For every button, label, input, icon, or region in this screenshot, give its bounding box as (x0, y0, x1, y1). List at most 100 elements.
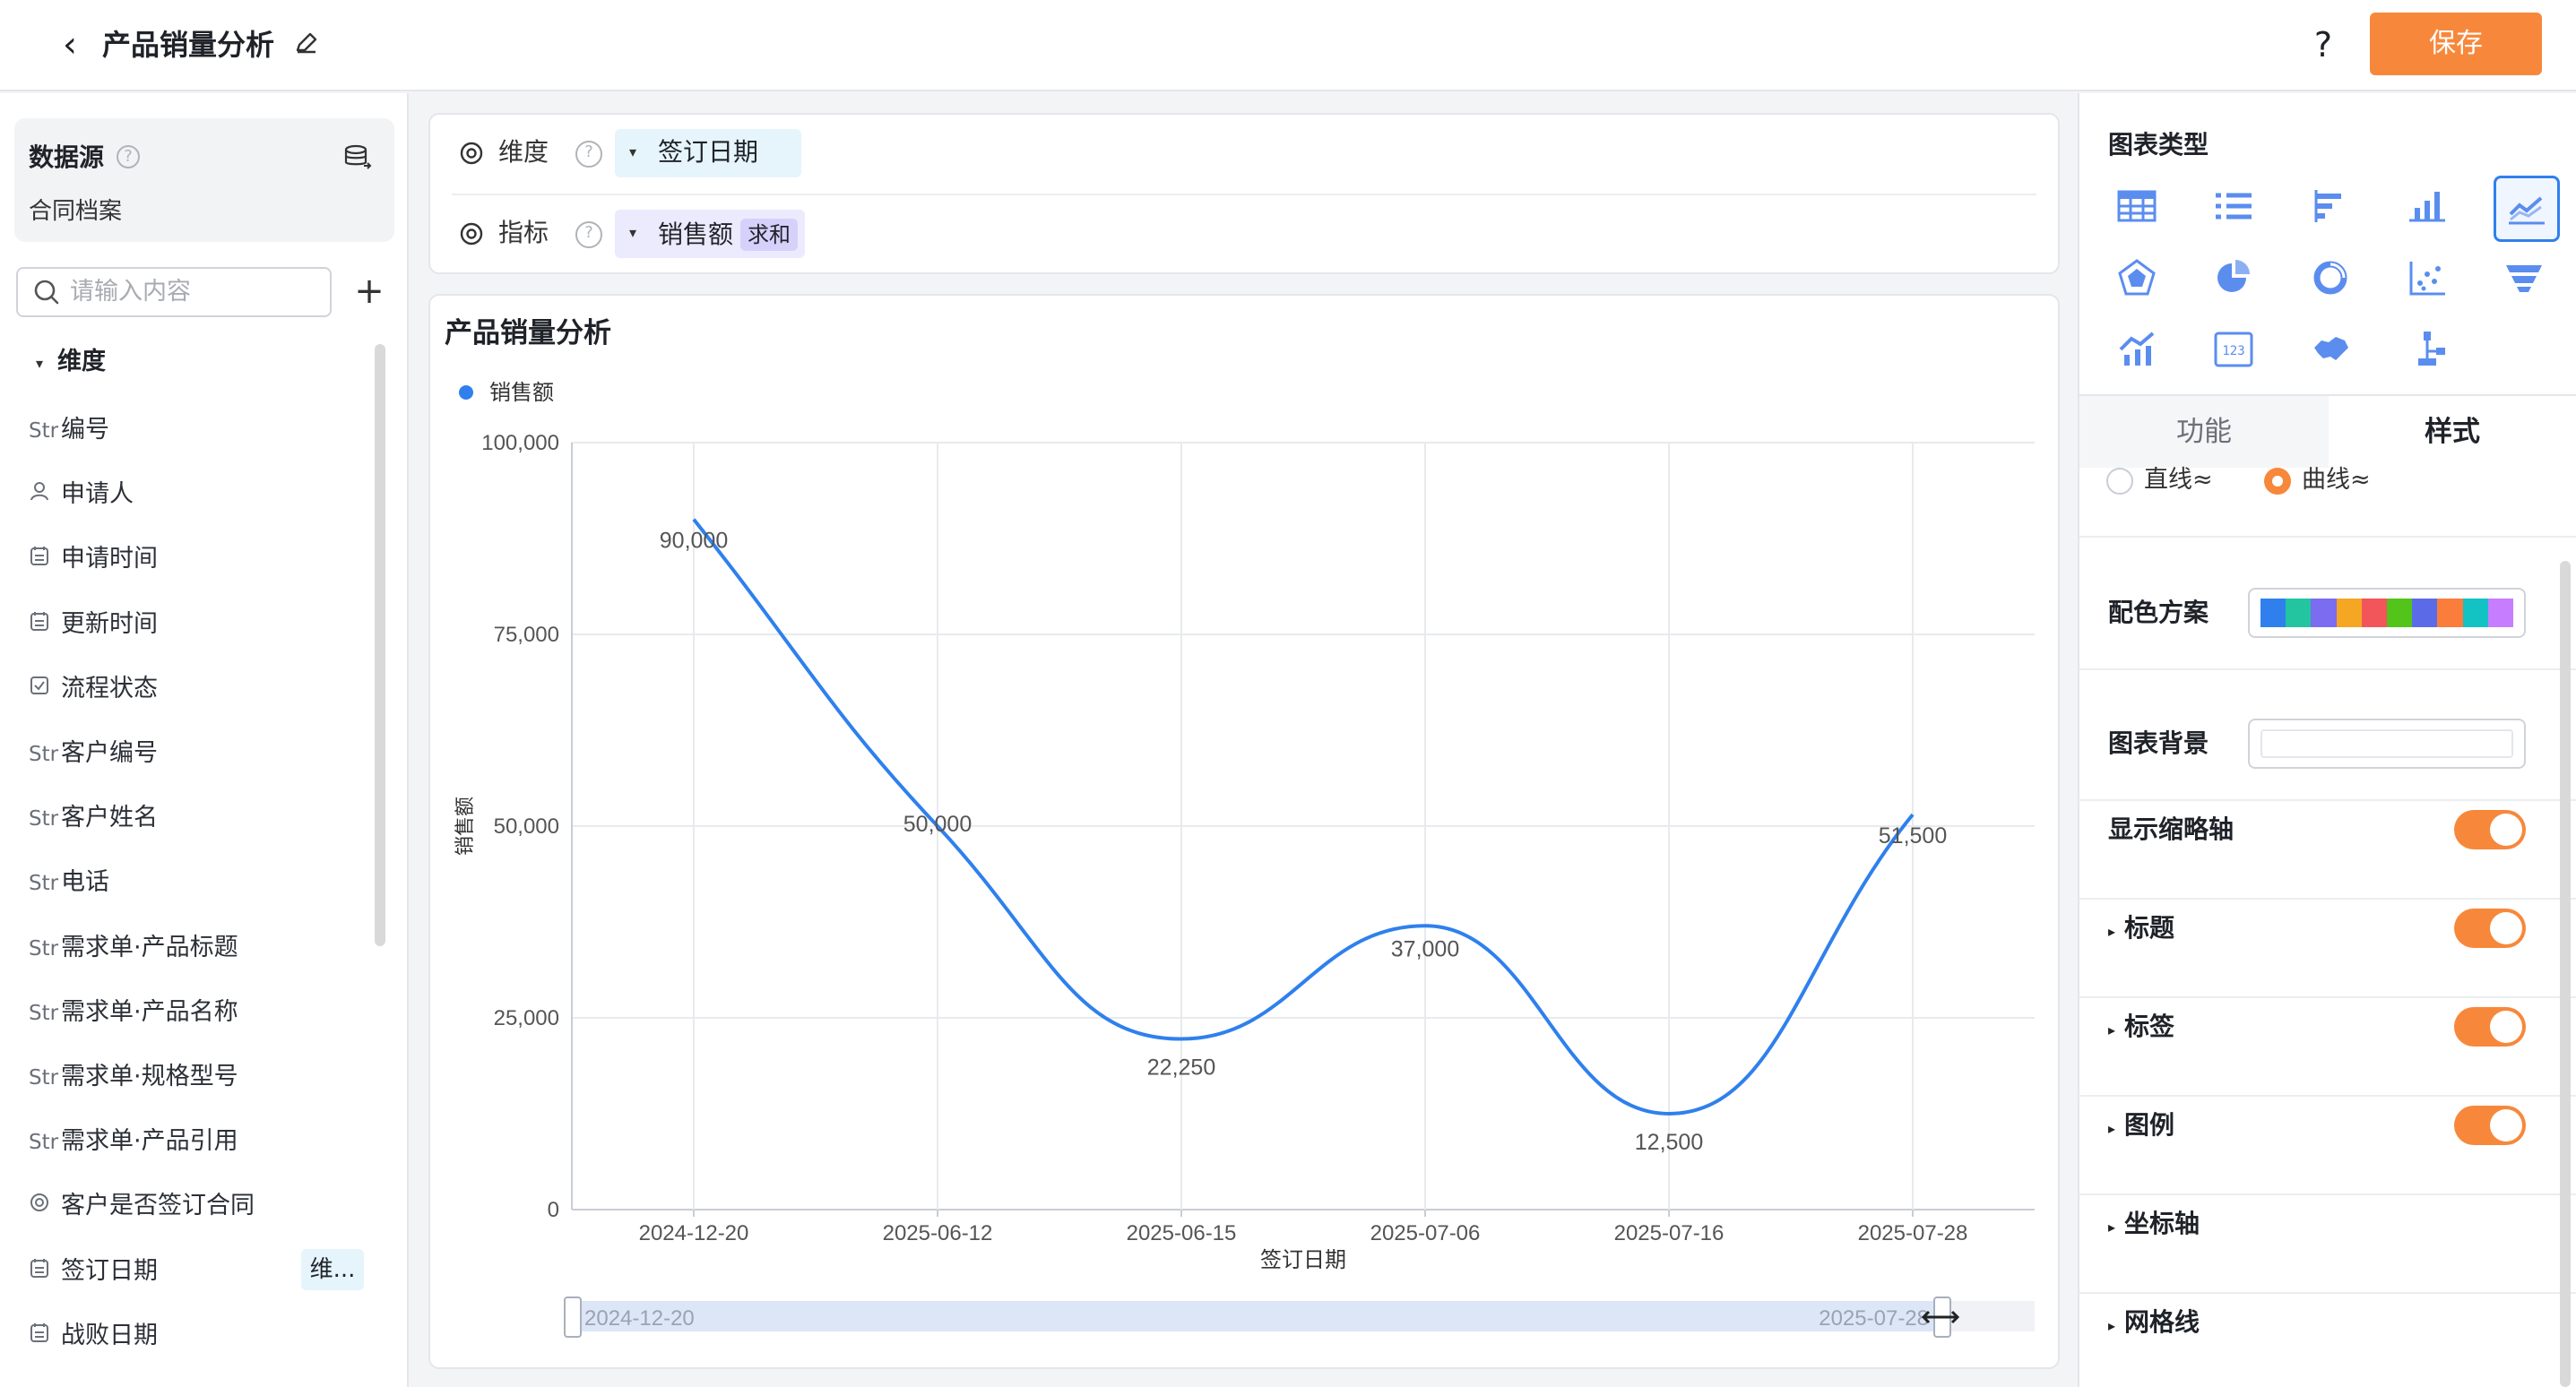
aggregation-badge[interactable]: 求和 (740, 219, 798, 251)
line-chart: 0 25,000 50,000 75,000 100,000 2024-12-20 2025… (454, 431, 2035, 1338)
data-label: 51,500 (1879, 823, 1947, 849)
chart-type-table-icon[interactable] (2106, 176, 2167, 237)
setting-row-label[interactable]: ▸ 标签 (2108, 1009, 2174, 1048)
zoom-handle-left (564, 1297, 582, 1338)
dimension-field-item[interactable]: 签订日期 (29, 1253, 158, 1289)
chart-type-bar-horizontal-icon[interactable] (2300, 176, 2361, 237)
dimension-field-item[interactable]: 客户是否签订合同 (29, 1188, 255, 1224)
dimension-field-item[interactable]: 更新时间 (29, 607, 158, 642)
setting-row-label[interactable]: ▸ 坐标轴 (2108, 1206, 2200, 1245)
dimension-field-item[interactable]: Str 编号 (29, 412, 109, 448)
chart-type-pie-icon[interactable] (2203, 247, 2264, 308)
dimension-field-item[interactable]: 战败日期 (29, 1318, 158, 1354)
field-label: 电话 (61, 868, 109, 897)
dimension-field-item[interactable]: Str 需求单·产品引用 (29, 1124, 238, 1159)
x-tick-label: 2024-12-20 (639, 1221, 749, 1245)
dimension-label: 维度 (498, 137, 549, 167)
palette-swatch (2487, 599, 2514, 627)
setting-toggle-switch[interactable] (2454, 909, 2526, 948)
measure-target-icon (459, 221, 484, 246)
y-tick-label: 75,000 (494, 623, 559, 647)
setting-row-label[interactable]: ▸ 图例 (2108, 1107, 2174, 1147)
dimension-field-item[interactable]: Str 客户姓名 (29, 800, 158, 836)
settings-scrollbar[interactable] (2560, 561, 2571, 1387)
expand-triangle-icon[interactable]: ▸ (2108, 1120, 2115, 1137)
straight-line-label[interactable]: 直线≈ (2144, 462, 2213, 498)
dropdown-triangle-icon[interactable]: ▾ (629, 224, 636, 241)
chart-type-donut-icon[interactable] (2300, 247, 2361, 308)
help-circle-icon[interactable]: ? (575, 221, 602, 248)
dimension-field-item[interactable]: Str 电话 (29, 865, 109, 900)
chart-type-radar-icon[interactable] (2106, 247, 2167, 308)
setting-toggle-switch[interactable] (2454, 810, 2526, 849)
calendar-icon (29, 1320, 61, 1356)
dimension-field-item[interactable]: Str 客户编号 (29, 736, 158, 771)
checkbox-icon (29, 673, 61, 709)
field-list-scrollbar[interactable] (375, 344, 385, 946)
palette-swatch (2311, 599, 2337, 627)
string-type-icon: Str (29, 1066, 59, 1090)
help-circle-icon[interactable]: ? (117, 145, 140, 168)
setting-row-label[interactable]: ▸ 标题 (2108, 910, 2174, 950)
string-type-icon: Str (29, 419, 59, 443)
dimension-field-item[interactable]: Str 需求单·产品名称 (29, 995, 238, 1030)
dimension-field-item[interactable]: Str 需求单·产品标题 (29, 930, 238, 966)
field-label: 编号 (61, 416, 109, 444)
field-label: 签订日期 (61, 1256, 158, 1285)
dimension-field-item[interactable]: 申请时间 (29, 541, 158, 577)
y-tick-label: 50,000 (494, 814, 559, 839)
chart-type-bar-vertical-icon[interactable] (2397, 176, 2458, 237)
measure-tag-label: 销售额 (658, 220, 734, 249)
expand-triangle-icon[interactable]: ▸ (2108, 1021, 2115, 1038)
curve-line-radio[interactable] (2264, 468, 2291, 495)
help-circle-icon[interactable]: ? (575, 141, 602, 168)
background-swatch (2260, 729, 2513, 758)
divider (2079, 1095, 2576, 1097)
zoom-start-label: 2024-12-20 (584, 1306, 695, 1331)
chart-type-scatter-icon[interactable] (2397, 247, 2458, 308)
chart-type-tree-icon[interactable] (2397, 319, 2458, 380)
y-tick-label: 100,000 (481, 431, 559, 455)
expand-triangle-icon[interactable]: ▸ (2108, 1317, 2115, 1334)
dimension-field-item[interactable]: 流程状态 (29, 671, 158, 707)
dropdown-triangle-icon[interactable]: ▾ (629, 143, 636, 160)
data-label: 90,000 (660, 529, 728, 554)
chart-type-line-bar-combo-icon[interactable] (2106, 319, 2167, 380)
y-tick-label: 25,000 (494, 1006, 559, 1030)
setting-toggle-switch[interactable] (2454, 1106, 2526, 1145)
search-placeholder: 请输入内容 (70, 278, 191, 306)
field-label: 需求单·产品引用 (61, 1127, 238, 1156)
save-button[interactable]: 保存 (2370, 13, 2542, 75)
help-icon[interactable]: ? (2304, 23, 2343, 66)
dimension-group-heading[interactable]: 维度 (57, 344, 106, 380)
divider (2079, 1292, 2576, 1294)
field-label: 更新时间 (61, 609, 158, 638)
expand-triangle-icon[interactable]: ▸ (2108, 1219, 2115, 1236)
chart-type-funnel-icon[interactable] (2494, 247, 2554, 308)
dimension-tag-label: 签订日期 (658, 137, 759, 167)
tab-function[interactable]: 功能 (2079, 396, 2329, 468)
page-title: 产品销量分析 (102, 28, 275, 62)
chart-type-number-card-icon[interactable]: 123 (2203, 319, 2264, 380)
tab-style[interactable]: 样式 (2329, 396, 2576, 468)
setting-row-label[interactable]: ▸ 网格线 (2108, 1305, 2200, 1344)
straight-line-radio[interactable] (2106, 468, 2133, 495)
collapse-triangle-icon[interactable]: ▾ (36, 355, 43, 372)
setting-label: 标签 (2124, 1012, 2175, 1041)
curve-line-label[interactable]: 曲线≈ (2302, 462, 2371, 498)
dimension-field-item[interactable]: Str 需求单·规格型号 (29, 1059, 238, 1095)
setting-toggle-switch[interactable] (2454, 1007, 2526, 1047)
back-arrow-icon[interactable]: ‹ (50, 25, 90, 65)
dimension-field-item[interactable]: 申请人 (29, 477, 134, 513)
y-axis-title: 销售额 (454, 797, 477, 856)
chart-type-list-icon[interactable] (2203, 176, 2264, 237)
chart-type-map-icon[interactable] (2300, 319, 2361, 380)
setting-label: 坐标轴 (2124, 1209, 2200, 1238)
expand-triangle-icon[interactable]: ▸ (2108, 923, 2115, 940)
chart-type-line-icon[interactable] (2494, 176, 2560, 242)
edit-pencil-icon[interactable] (292, 29, 321, 57)
add-field-icon[interactable]: + (351, 269, 387, 314)
setting-row-label: 显示缩略轴 (2108, 812, 2234, 848)
database-switch-icon[interactable] (342, 142, 373, 172)
palette-label: 配色方案 (2108, 598, 2209, 627)
